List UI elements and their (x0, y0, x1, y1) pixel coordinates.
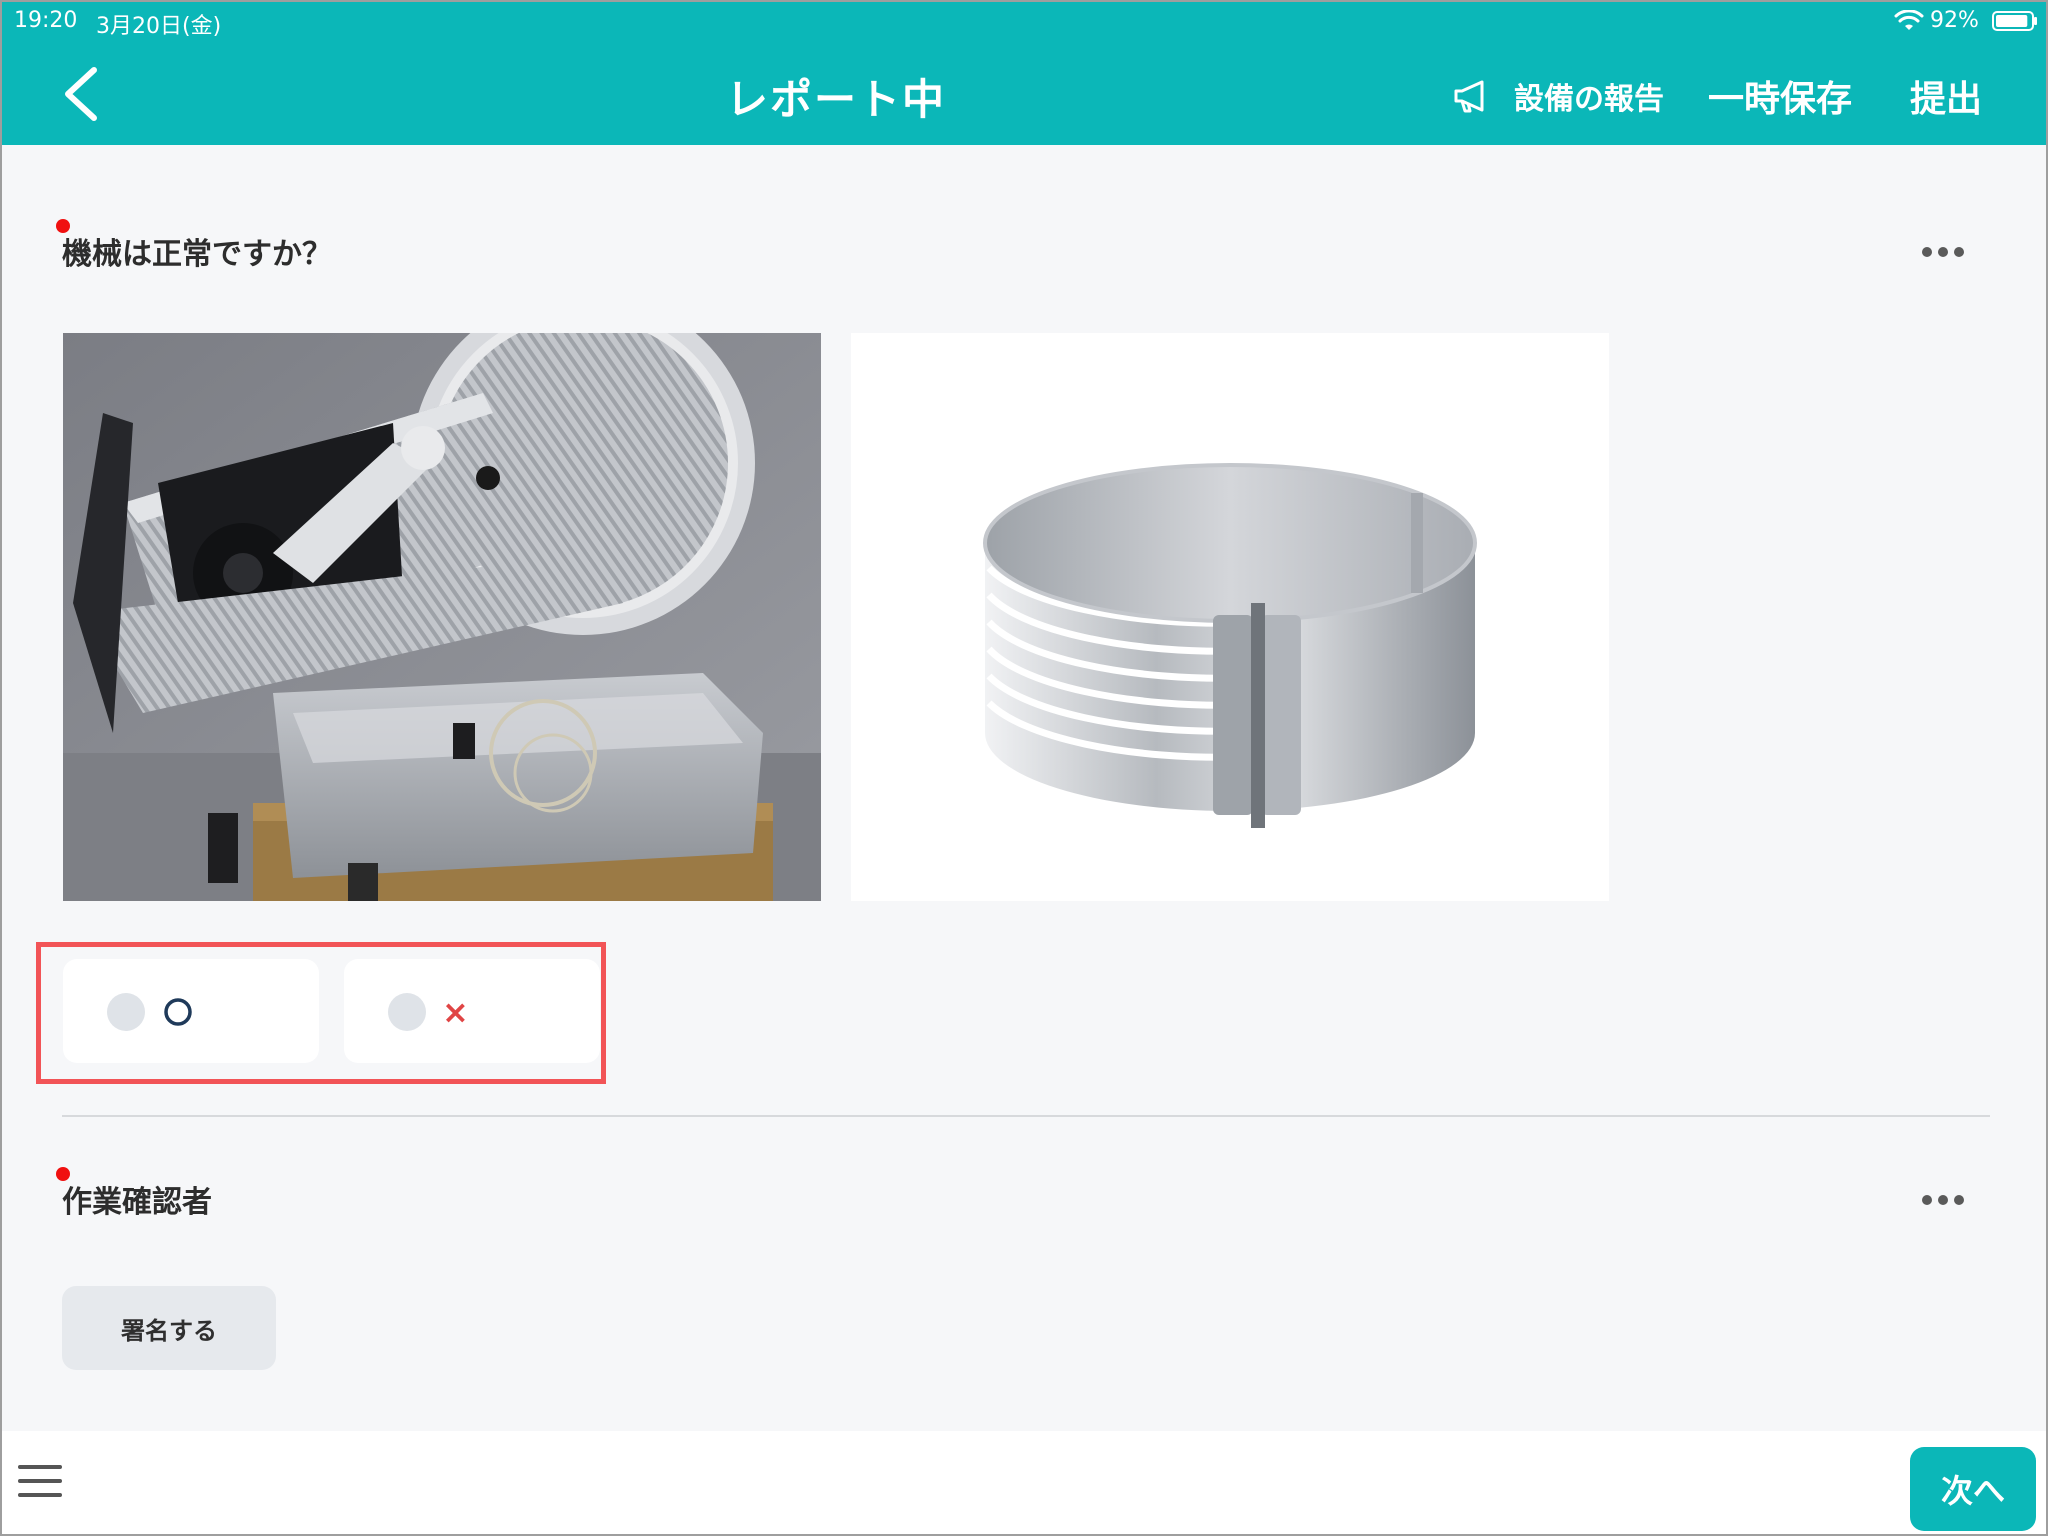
report-equipment-button[interactable]: 設備の報告 (1452, 72, 1664, 120)
battery-percent: 92% (1930, 8, 1979, 33)
temp-save-button[interactable]: 一時保存 (1708, 70, 1852, 122)
slicer-photo[interactable] (63, 333, 821, 901)
form-content: 機械は正常ですか？ × 作業確認者 署名する (2, 145, 2046, 1431)
app-window: 19:20 3月20日(金) 92% レポート中 設備の報告 一時保存 提出 機… (0, 0, 2048, 1536)
cake-ring-photo[interactable] (851, 333, 1609, 901)
status-bar: 19:20 3月20日(金) 92% (2, 2, 2046, 40)
more-icon[interactable] (1920, 245, 1966, 259)
top-bar: 19:20 3月20日(金) 92% レポート中 設備の報告 一時保存 提出 (2, 2, 2046, 145)
question-label: 機械は正常ですか？ (62, 237, 332, 272)
next-button[interactable]: 次へ (1910, 1447, 2036, 1531)
status-date: 3月20日(金) (96, 14, 222, 39)
report-equipment-label: 設備の報告 (1514, 82, 1664, 117)
menu-icon[interactable] (16, 1461, 64, 1501)
highlight-box (36, 942, 606, 1084)
battery-icon (1992, 11, 2037, 31)
status-time: 19:20 (14, 8, 78, 33)
sign-button[interactable]: 署名する (62, 1286, 276, 1370)
megaphone-icon (1454, 80, 1484, 113)
bottom-bar: 次へ (2, 1431, 2046, 1534)
page-title: レポート中 (725, 75, 946, 124)
submit-button[interactable]: 提出 (1910, 70, 1982, 122)
wifi-icon (1894, 10, 1924, 30)
question-label: 作業確認者 (62, 1185, 212, 1220)
divider (62, 1115, 1990, 1117)
more-icon[interactable] (1920, 1193, 1966, 1207)
